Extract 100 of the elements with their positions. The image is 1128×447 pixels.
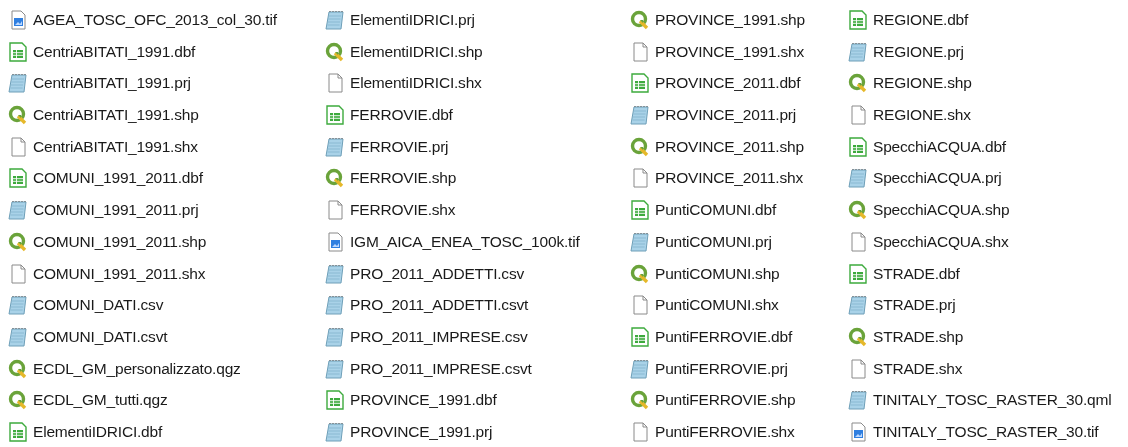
blank-file-icon xyxy=(848,105,868,126)
spreadsheet-file-icon xyxy=(848,136,868,157)
notepad-icon xyxy=(325,421,345,442)
file-name[interactable]: REGIONE.shp xyxy=(873,74,972,93)
qgis-logo-icon xyxy=(8,390,28,411)
notepad-icon xyxy=(848,295,868,316)
file-name[interactable]: CentriABITATI_1991.prj xyxy=(33,74,191,93)
qgis-logo-icon xyxy=(848,326,868,347)
file-name[interactable]: PROVINCE_1991.dbf xyxy=(350,391,497,410)
file-name[interactable]: ElementiIDRICI.dbf xyxy=(33,422,163,441)
blank-file-icon xyxy=(848,231,868,252)
qgis-logo-icon xyxy=(630,390,650,411)
file-name[interactable]: PuntiCOMUNI.prj xyxy=(655,232,772,251)
qgis-logo-icon xyxy=(848,73,868,94)
file-name[interactable]: COMUNI_DATI.csvt xyxy=(33,327,168,346)
file-name[interactable]: PRO_2011_IMPRESE.csvt xyxy=(350,359,532,378)
spreadsheet-file-icon xyxy=(325,105,345,126)
file-name[interactable]: STRADE.shp xyxy=(873,327,964,346)
file-name[interactable]: PROVINCE_1991.prj xyxy=(350,422,493,441)
file-name[interactable]: PROVINCE_1991.shp xyxy=(655,11,805,29)
file-name[interactable]: FERROVIE.shx xyxy=(350,201,456,220)
file-name[interactable]: PuntiFERROVIE.shp xyxy=(655,391,796,410)
file-name[interactable]: ElementiIDRICI.shp xyxy=(350,42,483,61)
file-name[interactable]: PuntiCOMUNI.dbf xyxy=(655,201,777,220)
spreadsheet-file-icon xyxy=(8,41,28,62)
blank-file-icon xyxy=(8,136,28,157)
file-name[interactable]: PuntiFERROVIE.shx xyxy=(655,422,795,441)
file-name[interactable]: STRADE.dbf xyxy=(873,264,960,283)
notepad-icon xyxy=(325,358,345,379)
file-name[interactable]: COMUNI_1991_2011.shx xyxy=(33,264,206,283)
file-name[interactable]: TINITALY_TOSC_RASTER_30.qml xyxy=(873,391,1112,410)
spreadsheet-file-icon xyxy=(8,421,28,442)
file-name[interactable]: CentriABITATI_1991.dbf xyxy=(33,42,196,61)
file-name[interactable]: PROVINCE_1991.shx xyxy=(655,42,805,61)
qgis-logo-icon xyxy=(848,200,868,221)
file-name[interactable]: CentriABITATI_1991.shp xyxy=(33,106,199,125)
file-name[interactable]: REGIONE.dbf xyxy=(873,11,969,29)
spreadsheet-file-icon xyxy=(848,10,868,30)
notepad-icon xyxy=(630,231,650,252)
spreadsheet-file-icon xyxy=(8,168,28,189)
file-name[interactable]: ECDL_GM_tutti.qgz xyxy=(33,391,168,410)
spreadsheet-file-icon xyxy=(325,390,345,411)
file-name[interactable]: REGIONE.prj xyxy=(873,42,964,61)
qgis-logo-icon xyxy=(8,231,28,252)
file-name[interactable]: PROVINCE_2011.shx xyxy=(655,169,803,188)
spreadsheet-file-icon xyxy=(630,73,650,94)
file-name[interactable]: REGIONE.shx xyxy=(873,106,971,125)
qgis-logo-icon xyxy=(630,263,650,284)
file-name[interactable]: FERROVIE.shp xyxy=(350,169,457,188)
file-name[interactable]: FERROVIE.dbf xyxy=(350,106,453,125)
blank-file-icon xyxy=(325,200,345,221)
file-name[interactable]: AGEA_TOSC_OFC_2013_col_30.tif xyxy=(33,11,277,29)
file-name[interactable]: PRO_2011_ADDETTI.csvt xyxy=(350,296,529,315)
file-name[interactable]: TINITALY_TOSC_RASTER_30.tif xyxy=(873,422,1099,441)
file-name[interactable]: IGM_AICA_ENEA_TOSC_100k.tif xyxy=(350,232,580,251)
file-name[interactable]: COMUNI_DATI.csv xyxy=(33,296,164,315)
qgis-logo-icon xyxy=(630,136,650,157)
file-name[interactable]: PROVINCE_2011.dbf xyxy=(655,74,801,93)
file-name[interactable]: PROVINCE_2011.prj xyxy=(655,106,797,125)
notepad-icon xyxy=(325,295,345,316)
notepad-icon xyxy=(8,326,28,347)
qgis-logo-icon xyxy=(8,105,28,126)
spreadsheet-file-icon xyxy=(630,326,650,347)
file-name[interactable]: STRADE.shx xyxy=(873,359,963,378)
qgis-logo-icon xyxy=(325,41,345,62)
file-name[interactable]: PuntiFERROVIE.dbf xyxy=(655,327,793,346)
file-name[interactable]: PRO_2011_ADDETTI.csv xyxy=(350,264,525,283)
file-name[interactable]: ElementiIDRICI.prj xyxy=(350,11,475,29)
file-name[interactable]: PuntiCOMUNI.shx xyxy=(655,296,779,315)
file-name[interactable]: SpecchiACQUA.prj xyxy=(873,169,1002,188)
notepad-icon xyxy=(325,263,345,284)
image-file-icon xyxy=(325,231,345,252)
spreadsheet-file-icon xyxy=(848,263,868,284)
file-name[interactable]: ECDL_GM_personalizzato.qgz xyxy=(33,359,241,378)
file-name[interactable]: COMUNI_1991_2011.dbf xyxy=(33,169,203,188)
notepad-icon xyxy=(8,200,28,221)
file-name[interactable]: SpecchiACQUA.dbf xyxy=(873,137,1006,156)
file-name[interactable]: FERROVIE.prj xyxy=(350,137,449,156)
file-name[interactable]: CentriABITATI_1991.shx xyxy=(33,137,198,156)
file-name[interactable]: STRADE.prj xyxy=(873,296,956,315)
file-name[interactable]: COMUNI_1991_2011.prj xyxy=(33,201,199,220)
blank-file-icon xyxy=(630,41,650,62)
image-file-icon xyxy=(848,421,868,442)
file-name[interactable]: COMUNI_1991_2011.shp xyxy=(33,232,207,251)
blank-file-icon xyxy=(848,358,868,379)
file-name[interactable]: SpecchiACQUA.shp xyxy=(873,201,1010,220)
qgis-logo-icon xyxy=(325,168,345,189)
qgis-logo-icon xyxy=(8,358,28,379)
file-name[interactable]: SpecchiACQUA.shx xyxy=(873,232,1009,251)
blank-file-icon xyxy=(630,168,650,189)
notepad-icon xyxy=(8,73,28,94)
notepad-icon xyxy=(325,10,345,30)
file-name[interactable]: PuntiCOMUNI.shp xyxy=(655,264,780,283)
spreadsheet-file-icon xyxy=(630,200,650,221)
blank-file-icon xyxy=(630,421,650,442)
file-name[interactable]: ElementiIDRICI.shx xyxy=(350,74,482,93)
file-name[interactable]: PRO_2011_IMPRESE.csv xyxy=(350,327,528,346)
file-name[interactable]: PuntiFERROVIE.prj xyxy=(655,359,788,378)
file-name[interactable]: PROVINCE_2011.shp xyxy=(655,137,804,156)
blank-file-icon xyxy=(325,73,345,94)
